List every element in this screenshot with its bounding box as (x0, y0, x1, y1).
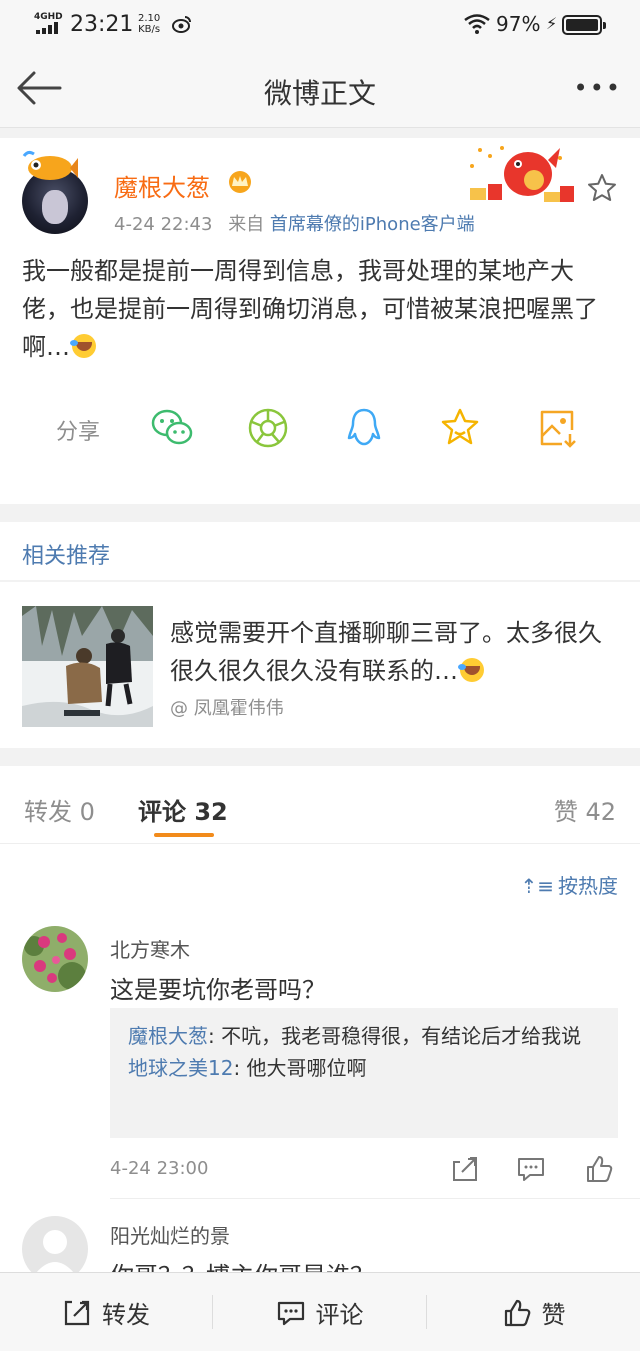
related-author[interactable]: @ 凤凰霍伟伟 (170, 694, 284, 720)
author-name[interactable]: 魔根大葱 (114, 168, 210, 203)
network-type: 4GHD (34, 12, 63, 22)
favorite-share-icon[interactable] (438, 406, 482, 450)
qq-share-icon[interactable] (342, 406, 386, 450)
comment-icon (277, 1301, 304, 1325)
reply-comment-icon[interactable] (516, 1154, 546, 1184)
comment-label: 评论 (315, 1301, 364, 1329)
related-text: 感觉需要开个直播聊聊三哥了。太多很久很久很久很久没有联系的… (170, 614, 622, 690)
comment-divider (110, 1198, 640, 1199)
related-title: 相关推荐 (22, 544, 111, 569)
post-card: 魔根大葱 4-24 22:43 来自 首席幕僚的iPhone客户端 我一般都是提… (0, 138, 640, 504)
status-bar: 4GHD 23:21 2.10 KB/s 97% ⚡ (0, 0, 640, 52)
commenter-name[interactable]: 阳光灿烂的景 (110, 1220, 230, 1249)
flower-avatar-image (22, 926, 88, 992)
comments-list: ⇡≡ 按热度 北方寒木 这是要坑你老哥吗？ 魔根大葱: 不吭，我老哥稳得很，有结论… (0, 844, 640, 1290)
tab-repost[interactable]: 转发 0 (24, 792, 95, 827)
related-section-header: 相关推荐 (0, 522, 640, 580)
weibo-icon (172, 16, 191, 33)
post-source-link[interactable]: 首席幕僚的iPhone客户端 (270, 214, 475, 235)
sort-by-hot-button[interactable]: ⇡≡ 按热度 (520, 870, 618, 899)
repost-icon (64, 1300, 90, 1325)
avatar-face (42, 190, 68, 224)
like-icon (504, 1299, 530, 1326)
bottom-action-bar: 转发 评论 赞 (0, 1272, 640, 1351)
laugh-cry-emoji-icon (458, 658, 484, 682)
favorite-star-icon[interactable] (586, 172, 618, 204)
clock: 23:21 (70, 12, 134, 37)
nav-bar: 微博正文 ••• (0, 52, 640, 128)
laugh-cry-emoji-icon (70, 334, 96, 358)
share-label: 分享 (56, 420, 101, 445)
reply-author[interactable]: 地球之美12 (128, 1056, 233, 1080)
charging-icon: ⚡ (546, 14, 558, 33)
sort-icon: ⇡≡ (520, 874, 554, 898)
vip-crown-icon (229, 171, 251, 193)
comment-text: 这是要坑你老哥吗？ (110, 976, 326, 1004)
battery-icon (562, 15, 606, 35)
tab-likes[interactable]: 赞 42 (554, 792, 616, 827)
network-speed: 2.10 KB/s (138, 13, 160, 35)
speed-value: 2.10 (138, 13, 161, 24)
koi-fish-badge-icon (22, 150, 78, 180)
battery-percent: 97% (496, 12, 541, 36)
comment-button[interactable]: 评论 (213, 1273, 426, 1351)
commenter-avatar[interactable] (22, 926, 88, 992)
save-image-icon[interactable] (536, 406, 580, 450)
wifi-icon (464, 14, 490, 34)
tab-comments[interactable]: 评论 32 (138, 792, 228, 827)
reply-author[interactable]: 魔根大葱 (128, 1024, 208, 1048)
signal-icon (36, 22, 60, 34)
post-text: 我一般都是提前一周得到信息，我哥处理的某地产大佬，也是提前一周得到确切消息，可惜… (22, 252, 618, 366)
snow-scene-image (22, 606, 153, 727)
related-item[interactable]: 感觉需要开个直播聊聊三哥了。太多很久很久很久很久没有联系的… @ 凤凰霍伟伟 (0, 582, 640, 748)
related-thumbnail (22, 606, 153, 727)
commenter-name[interactable]: 北方寒木 (110, 934, 190, 963)
festive-koi-decoration (470, 146, 574, 202)
interaction-tabs: 转发 0 评论 32 赞 42 (0, 766, 640, 844)
active-tab-indicator (154, 833, 214, 837)
repost-comment-icon[interactable] (450, 1154, 480, 1184)
reply-thread[interactable]: 魔根大葱: 不吭，我老哥稳得很，有结论后才给我说 地球之美12: 他大哥哪位啊 (110, 1008, 618, 1138)
like-label: 赞 (541, 1301, 566, 1329)
post-timestamp: 4-24 22:43 (114, 214, 213, 235)
post-meta: 4-24 22:43 来自 首席幕僚的iPhone客户端 (114, 210, 475, 236)
related-text-body: 感觉需要开个直播聊聊三哥了。太多很久很久很久很久没有联系的… (170, 619, 602, 685)
reply-text: : 不吭，我老哥稳得很，有结论后才给我说 (208, 1024, 582, 1048)
more-dots-icon[interactable]: ••• (574, 74, 622, 102)
moments-share-icon[interactable] (246, 406, 290, 450)
speed-unit: KB/s (138, 24, 161, 35)
sort-label: 按热度 (558, 874, 618, 898)
repost-label: 转发 (102, 1301, 150, 1329)
repost-button[interactable]: 转发 (0, 1273, 212, 1351)
comment-time: 4-24 23:00 (110, 1158, 209, 1179)
wechat-share-icon[interactable] (150, 406, 194, 450)
like-button[interactable]: 赞 (427, 1273, 640, 1351)
reply-text: : 他大哥哪位啊 (233, 1056, 367, 1080)
reply-item: 地球之美12: 他大哥哪位啊 (128, 1052, 600, 1084)
like-comment-icon[interactable] (584, 1154, 614, 1184)
reply-item: 魔根大葱: 不吭，我老哥稳得很，有结论后才给我说 (128, 1020, 600, 1052)
post-text-body: 我一般都是提前一周得到信息，我哥处理的某地产大佬，也是提前一周得到确切消息，可惜… (22, 257, 598, 361)
source-prefix: 来自 (228, 214, 265, 235)
page-title: 微博正文 (263, 77, 376, 110)
